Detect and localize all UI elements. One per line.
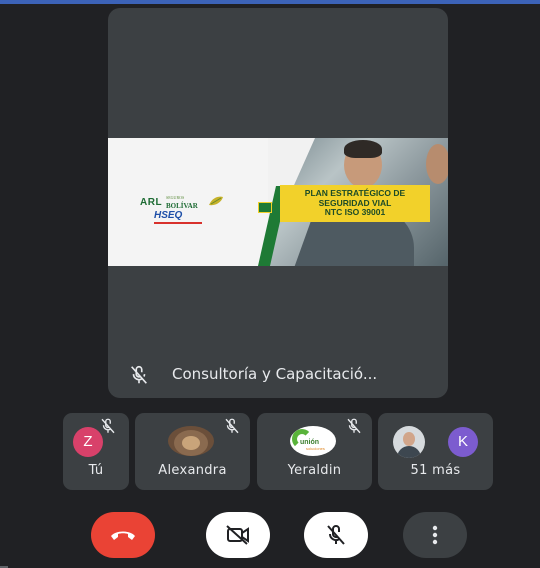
avatar-photo-detail (182, 436, 200, 450)
presentation-title-line3: NTC ISO 39001 (324, 207, 386, 217)
participant-tile-alexandra[interactable]: Alexandra (135, 413, 250, 490)
main-presenter-tile[interactable]: ARL SEGUROS BOLÍVAR HSEQ PLAN ESTRATÉGICO… (108, 8, 448, 398)
more-vert-icon (432, 525, 438, 545)
presenter-name: Consultoría y Capacitació... (172, 365, 378, 383)
participant-name: Yeraldin (287, 463, 342, 478)
photo-person-hair (344, 140, 382, 158)
avatar-logo-text: unión (300, 439, 320, 446)
shared-presentation: ARL SEGUROS BOLÍVAR HSEQ PLAN ESTRATÉGICO… (108, 138, 448, 266)
camera-toggle-button[interactable] (206, 512, 270, 558)
arl-logo-text: ARL (140, 197, 163, 208)
avatar-body (397, 446, 421, 458)
phone-hangup-icon (111, 531, 135, 540)
hseq-logo-underline (154, 222, 202, 224)
top-status-bar (0, 0, 540, 4)
bolivar-logo: SEGUROS BOLÍVAR (166, 194, 198, 210)
bolivar-leaf-icon (209, 196, 223, 206)
participant-count-label: 51 más (410, 463, 461, 478)
mic-off-icon (327, 525, 345, 545)
participant-tile-you[interactable]: Z Tú (63, 413, 129, 490)
avatar: Z (73, 427, 103, 457)
microphone-toggle-button[interactable] (304, 512, 368, 558)
more-options-button[interactable] (403, 512, 467, 558)
mic-off-icon (347, 418, 361, 434)
bolivar-logo-seguros: SEGUROS (166, 195, 185, 200)
avatar: unión soluciones (290, 426, 336, 456)
participant-tile-more[interactable]: K 51 más (378, 413, 493, 490)
mic-off-icon (101, 418, 115, 434)
avatar-logo-subtext: soluciones (306, 446, 325, 451)
participant-tile-yeraldin[interactable]: unión soluciones Yeraldin (257, 413, 372, 490)
mic-off-icon (225, 418, 239, 434)
presentation-title: PLAN ESTRATÉGICO DE SEGURIDAD VIAL NTC I… (280, 185, 430, 222)
camera-off-icon (226, 525, 249, 545)
end-call-button[interactable] (91, 512, 155, 558)
hseq-logo: HSEQ (154, 210, 183, 221)
avatar: K (448, 427, 478, 457)
avatar (168, 426, 214, 456)
bolivar-logo-text: BOLÍVAR (166, 202, 198, 210)
participant-name: Alexandra (158, 463, 227, 478)
participant-name: Tú (88, 463, 104, 478)
photo-second-person (426, 144, 448, 184)
presentation-shield-badge (258, 202, 272, 213)
mic-off-icon (131, 365, 147, 384)
avatar-face (403, 432, 415, 446)
avatar (393, 426, 425, 458)
